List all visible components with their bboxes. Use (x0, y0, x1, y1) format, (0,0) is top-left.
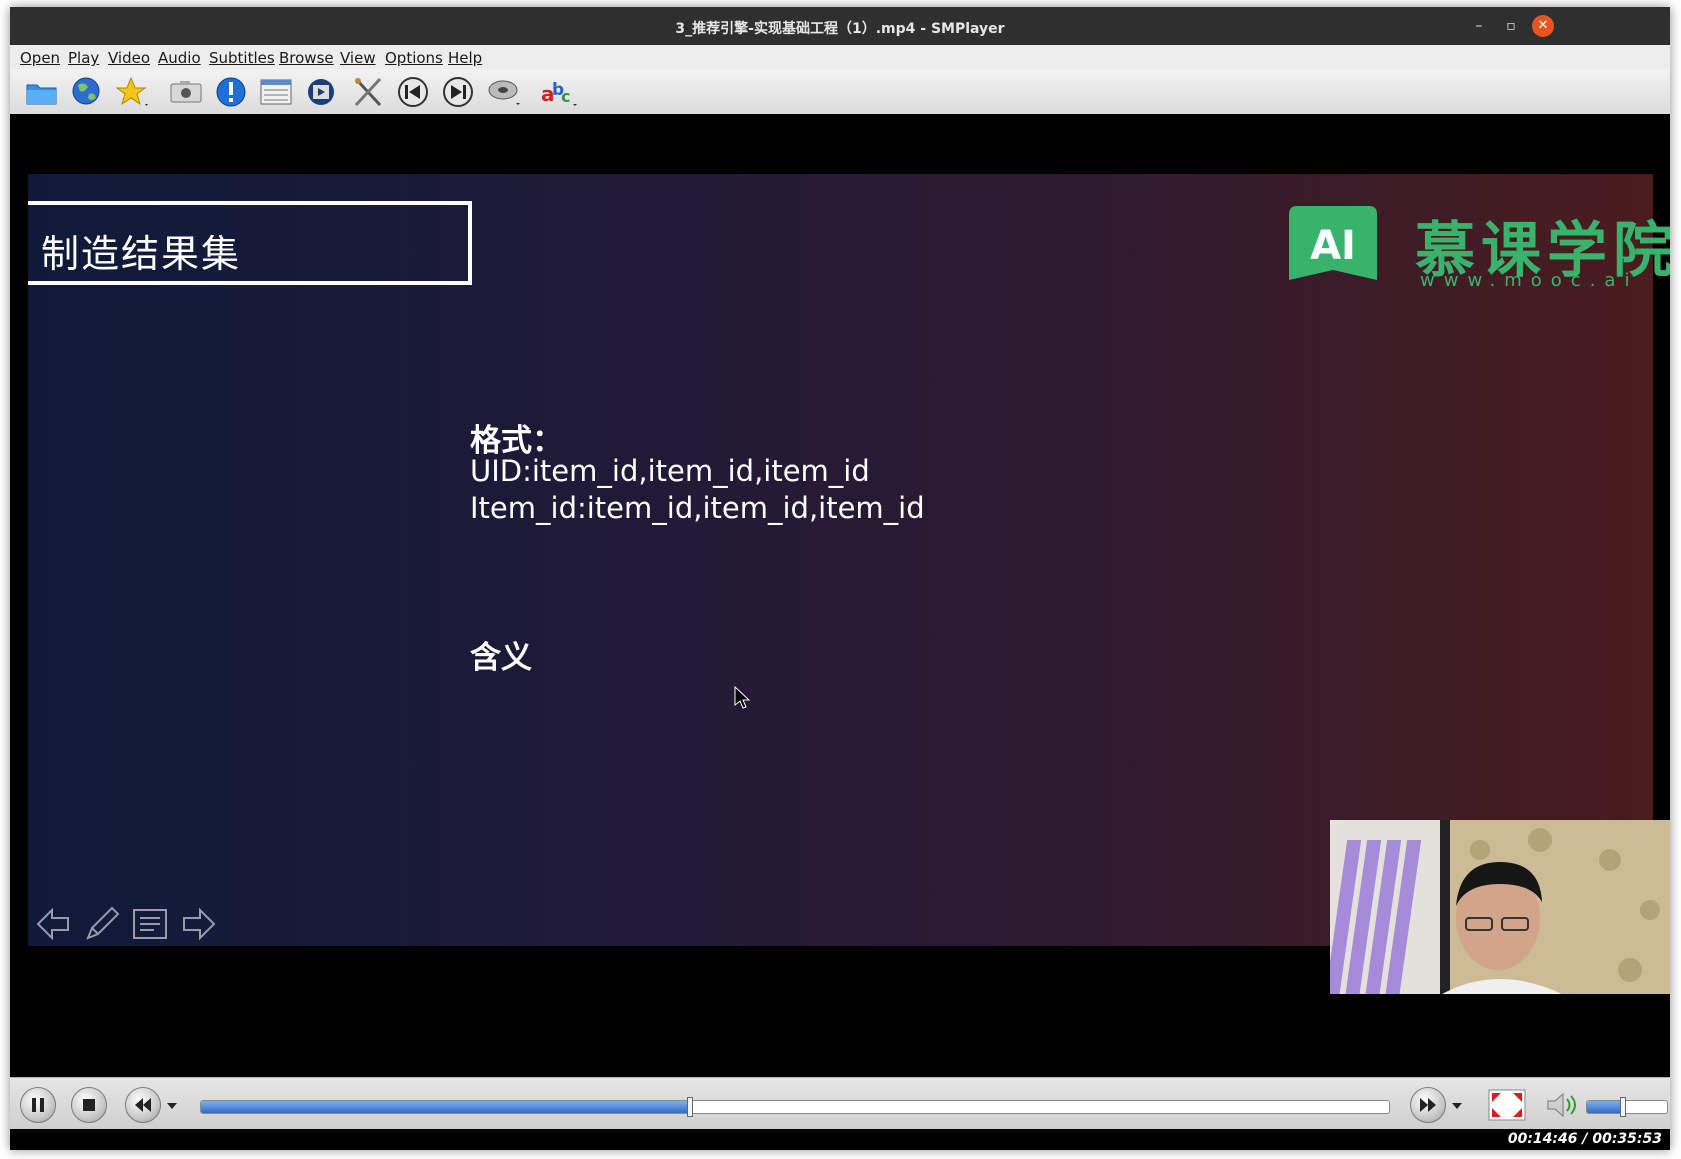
slide-next-icon[interactable] (178, 904, 218, 948)
presenter-webcam-image (1330, 820, 1670, 994)
volume-handle[interactable] (1619, 1097, 1626, 1117)
tools-icon[interactable] (350, 75, 386, 109)
fullscreen-button[interactable] (1488, 1089, 1526, 1121)
pause-icon (32, 1098, 44, 1112)
slide-prev-icon[interactable] (34, 904, 74, 948)
brand-url: www.mooc.ai (1420, 270, 1639, 291)
window-title: 3_推荐引擎-实现基础工程（1）.mp4 - SMPlayer (675, 21, 1005, 37)
video-preferences-icon[interactable] (303, 75, 339, 109)
format-line-uid: UID:item_id,item_id,item_id (470, 454, 870, 488)
screenshot-camera-icon[interactable] (168, 75, 204, 109)
slide-title: 制造结果集 (41, 232, 242, 276)
pause-button[interactable] (20, 1087, 56, 1123)
slide-menu-icon[interactable] (130, 904, 170, 948)
status-bar: 00:14:46 / 00:35:53 (10, 1129, 1670, 1150)
maximize-button[interactable]: ▫ (1500, 15, 1522, 37)
svg-text:c: c (561, 87, 570, 106)
rewind-menu-chevron-icon[interactable] (166, 1102, 178, 1110)
menu-video[interactable]: Video (108, 49, 150, 67)
forward-button[interactable] (1410, 1087, 1446, 1123)
menu-help[interactable]: Help (448, 49, 482, 67)
speaker-icon (1547, 1092, 1576, 1118)
webcam-overlay (1330, 820, 1670, 994)
seek-handle[interactable] (687, 1097, 694, 1117)
time-display: 00:14:46 / 00:35:53 (1507, 1131, 1662, 1147)
fullscreen-icon (1488, 1089, 1526, 1121)
smplayer-window: 3_推荐引擎-实现基础工程（1）.mp4 - SMPlayer – ▫ ✕ Op… (10, 7, 1670, 1150)
menu-subtitles[interactable]: Subtitles (209, 49, 275, 67)
subtitles-icon[interactable]: abc (540, 75, 577, 109)
minimize-button[interactable]: – (1468, 15, 1490, 37)
meaning-heading: 含义 (470, 640, 532, 676)
menu-audio[interactable]: Audio (158, 49, 201, 67)
rewind-button[interactable] (125, 1087, 161, 1123)
volume-fill (1587, 1101, 1623, 1113)
open-folder-icon[interactable] (24, 75, 60, 109)
stop-icon (83, 1099, 95, 1111)
control-bar (10, 1077, 1670, 1130)
video-area[interactable]: 制造结果集 AI 慕课学院 www.mooc.ai 格式： UID:item_i… (10, 114, 1670, 1077)
info-icon[interactable] (213, 75, 249, 109)
menu-view[interactable]: View (340, 49, 376, 67)
menu-bar: Open Play Video Audio Subtitles Browse V… (10, 45, 1670, 70)
brand-logo-icon: AI (1289, 206, 1377, 280)
favorites-star-icon[interactable] (114, 75, 150, 109)
seek-bar[interactable] (200, 1100, 1390, 1114)
menu-options[interactable]: Options (385, 49, 443, 67)
title-bar: 3_推荐引擎-实现基础工程（1）.mp4 - SMPlayer – ▫ ✕ (10, 7, 1670, 45)
playlist-icon[interactable] (258, 75, 294, 109)
toolbar: abc (10, 69, 1670, 115)
rewind-icon (135, 1098, 151, 1112)
seek-progress-fill (201, 1101, 691, 1113)
close-button[interactable]: ✕ (1532, 15, 1554, 37)
forward-icon (1420, 1098, 1436, 1112)
menu-open[interactable]: Open (20, 49, 60, 67)
brand-logo-text: AI (1310, 223, 1356, 269)
format-line-item: Item_id:item_id,item_id,item_id (470, 491, 925, 525)
slide-title-box: 制造结果集 (28, 201, 472, 285)
next-icon[interactable] (440, 75, 476, 109)
menu-browse[interactable]: Browse (279, 49, 334, 67)
mute-button[interactable] (1544, 1090, 1580, 1120)
volume-slider[interactable] (1586, 1100, 1668, 1114)
audio-disc-icon[interactable] (486, 75, 522, 109)
globe-icon[interactable] (69, 75, 105, 109)
previous-icon[interactable] (395, 75, 431, 109)
forward-menu-chevron-icon[interactable] (1451, 1102, 1463, 1110)
slide-pen-icon[interactable] (82, 904, 122, 948)
mouse-cursor-icon (734, 686, 751, 709)
stop-button[interactable] (71, 1087, 107, 1123)
menu-play[interactable]: Play (68, 49, 99, 67)
